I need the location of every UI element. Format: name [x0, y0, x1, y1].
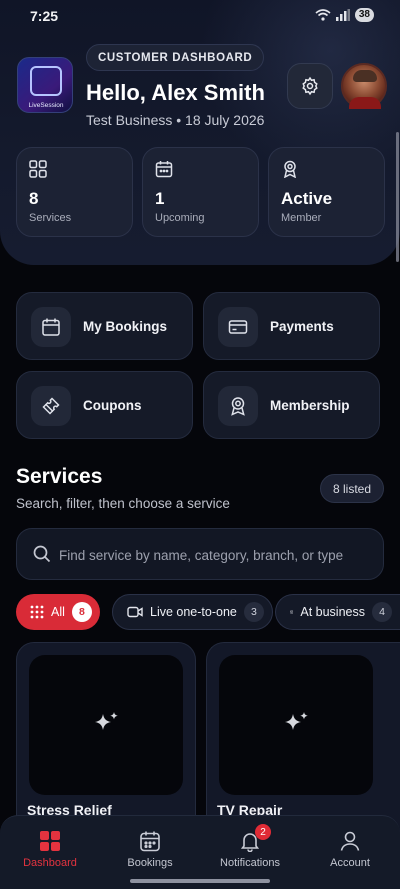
calendar-icon	[140, 831, 160, 852]
quick-action-label: Payments	[270, 319, 334, 334]
notification-badge: 2	[255, 824, 271, 840]
chip-label: All	[51, 605, 65, 619]
services-count-badge: 8 listed	[320, 474, 385, 503]
home-indicator[interactable]	[130, 879, 270, 883]
gear-icon	[302, 76, 318, 96]
status-time: 7:25	[30, 8, 59, 24]
stat-label: Upcoming	[155, 212, 205, 224]
quick-action-label: Coupons	[83, 398, 142, 413]
greeting-title: Hello, Alex Smith	[86, 80, 265, 105]
business-date-line: Test Business • 18 July 2026	[86, 112, 265, 128]
stat-value: 8	[29, 189, 39, 208]
award-icon	[231, 397, 245, 416]
coupons-button[interactable]: Coupons	[16, 371, 193, 439]
chip-count: 8	[71, 602, 92, 622]
card-icon	[228, 320, 248, 334]
nav-label: Notifications	[220, 857, 280, 869]
dashboard-badge: CUSTOMER DASHBOARD	[86, 44, 265, 71]
store-icon	[290, 610, 294, 614]
status-icons: 38	[315, 8, 374, 22]
quick-action-label: My Bookings	[83, 319, 168, 334]
chip-label: At business	[300, 605, 365, 619]
ticket-icon	[42, 397, 60, 415]
status-bar: 7:25 38	[0, 0, 400, 34]
services-subtitle: Search, filter, then choose a service	[16, 496, 230, 511]
nav-dashboard[interactable]: Dashboard	[0, 828, 100, 878]
award-icon	[283, 160, 297, 178]
search-input[interactable]	[59, 543, 375, 567]
video-icon	[127, 606, 143, 618]
avatar[interactable]	[341, 63, 387, 109]
service-thumbnail	[219, 655, 373, 795]
stat-card-services[interactable]: 8 Services	[16, 147, 133, 237]
sparkles-icon	[285, 712, 308, 730]
nav-label: Bookings	[127, 857, 173, 869]
chip-count: 3	[243, 602, 264, 622]
logo-text: LiveSession	[28, 102, 64, 109]
payments-button[interactable]: Payments	[203, 292, 380, 360]
stat-label: Services	[29, 212, 72, 224]
nav-notifications[interactable]: 2 Notifications	[200, 824, 300, 878]
quick-action-label: Membership	[270, 398, 350, 413]
service-search[interactable]	[16, 528, 384, 580]
battery-level: 38	[354, 8, 374, 22]
wifi-icon	[315, 9, 331, 21]
stat-value: Active	[281, 189, 333, 208]
service-card[interactable]: Stress Relief	[16, 642, 196, 842]
service-thumbnail	[29, 655, 183, 795]
grid-dots-icon	[30, 605, 44, 619]
nav-account[interactable]: Account	[300, 828, 400, 878]
grid-icon	[29, 160, 47, 178]
app-logo[interactable]: LiveSession	[17, 57, 73, 113]
stat-value: 1	[155, 189, 165, 208]
dashboard-icon	[40, 831, 60, 851]
nav-bookings[interactable]: Bookings	[100, 828, 200, 878]
user-icon	[340, 831, 360, 851]
chip-label: Live one-to-one	[150, 605, 237, 619]
search-icon	[33, 545, 51, 563]
stat-card-member[interactable]: Active Member	[268, 147, 385, 237]
nav-label: Dashboard	[23, 857, 77, 869]
membership-button[interactable]: Membership	[203, 371, 380, 439]
stat-card-upcoming[interactable]: 1 Upcoming	[142, 147, 259, 237]
filter-chip-live-one-to-one[interactable]: Live one-to-one 3	[112, 594, 273, 630]
logo-mark	[30, 66, 62, 96]
bottom-nav: Dashboard Bookings 2 Notifications Accou…	[0, 815, 400, 889]
my-bookings-button[interactable]: My Bookings	[16, 292, 193, 360]
services-title: Services	[16, 465, 103, 488]
filter-chip-all[interactable]: All 8	[16, 594, 100, 630]
calendar-icon	[42, 318, 60, 336]
calendar-icon	[155, 161, 173, 178]
settings-button[interactable]	[287, 63, 333, 109]
sparkles-icon	[95, 712, 118, 730]
service-card[interactable]: TV Repair	[206, 642, 400, 842]
chip-count: 4	[372, 602, 392, 622]
scrollbar[interactable]	[396, 132, 399, 262]
stat-label: Member	[281, 212, 322, 224]
nav-label: Account	[330, 857, 370, 869]
filter-chip-at-business[interactable]: At business 4	[275, 594, 400, 630]
signal-icon	[335, 9, 350, 21]
